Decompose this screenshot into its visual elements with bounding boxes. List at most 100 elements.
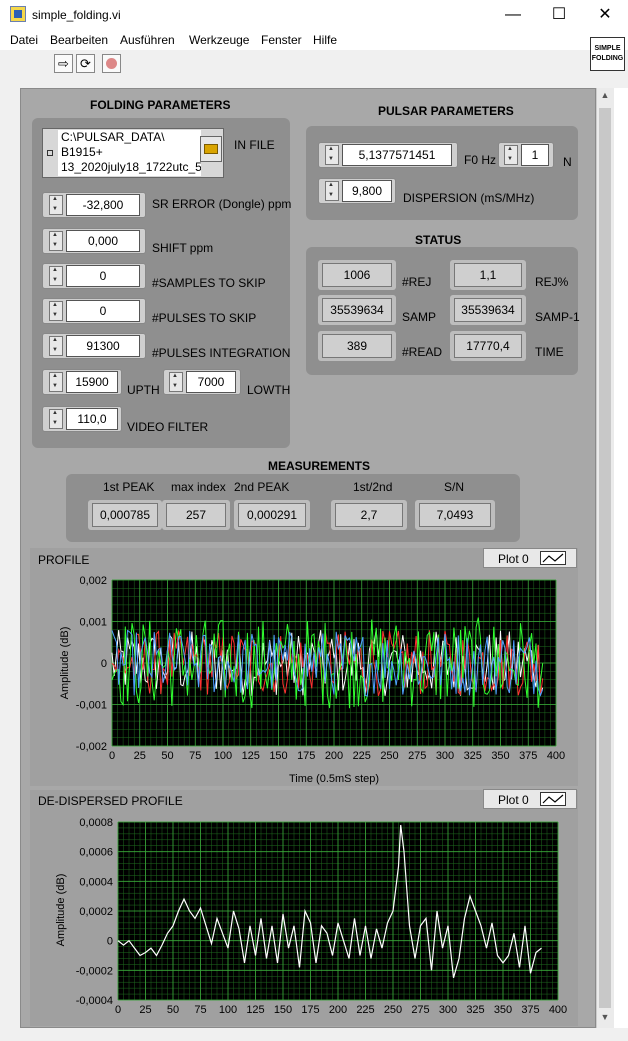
x-tick-label: 275: [408, 750, 426, 762]
rej-label: #REJ: [402, 275, 432, 289]
pulses-integration-spinner-icon[interactable]: [49, 336, 63, 356]
f0-label: F0 Hz: [464, 153, 497, 167]
second-peak-indicator: 0,000291: [238, 503, 306, 527]
video-filter-label: VIDEO FILTER: [127, 420, 209, 434]
x-tick-label: 350: [494, 1004, 512, 1016]
profile-legend[interactable]: Plot 0: [483, 548, 577, 568]
second-peak-label: 2nd PEAK: [234, 480, 290, 494]
sr-error-spinner-icon[interactable]: [49, 195, 63, 215]
window-title: simple_folding.vi: [32, 8, 121, 22]
pulses-skip-label: #PULSES TO SKIP: [152, 311, 257, 325]
menu-bearbeiten[interactable]: Bearbeiten: [50, 33, 108, 47]
profile-legend-label: Plot 0: [498, 552, 529, 566]
samples-skip-spinner-icon[interactable]: [49, 266, 63, 286]
dedispersed-title: DE-DISPERSED PROFILE: [38, 794, 183, 808]
profile-x-axis-label: Time (0.5mS step): [289, 773, 379, 785]
continuous-run-icon: ⟳: [80, 56, 91, 71]
lowth-spinner-icon[interactable]: [169, 372, 183, 392]
max-index-indicator: 257: [166, 503, 226, 527]
y-tick-label: 0,002: [79, 575, 107, 587]
x-tick-label: 400: [549, 1004, 567, 1016]
x-tick-label: 25: [139, 1004, 151, 1016]
title-bar: simple_folding.vi — ☐ ✕: [0, 0, 628, 30]
scrollbar-thumb[interactable]: [599, 108, 611, 1008]
pulses-skip-input[interactable]: 0: [66, 300, 140, 322]
menu-hilfe[interactable]: Hilfe: [313, 33, 337, 47]
close-button[interactable]: ✕: [582, 0, 628, 30]
legend-line-icon: [540, 551, 566, 565]
y-tick-label: -0,002: [76, 741, 107, 753]
y-tick-label: -0,001: [76, 700, 107, 712]
n-input[interactable]: 1: [521, 144, 549, 166]
f0-spinner-icon[interactable]: [325, 145, 339, 165]
x-tick-label: 200: [329, 1004, 347, 1016]
n-spinner-icon[interactable]: [504, 145, 518, 165]
run-arrow-icon: ⇨: [58, 56, 69, 71]
samples-skip-input[interactable]: 0: [66, 265, 140, 287]
x-tick-label: 175: [297, 750, 315, 762]
profile-title: PROFILE: [38, 553, 90, 567]
profile-y-axis-label: Amplitude (dB): [59, 627, 71, 700]
dispersion-input[interactable]: 9,800: [342, 180, 392, 202]
x-tick-label: 50: [161, 750, 173, 762]
vi-icon: SIMPLE FOLDING: [590, 37, 625, 71]
samples-skip-label: #SAMPLES TO SKIP: [152, 276, 266, 290]
scroll-down-icon[interactable]: ▼: [598, 1012, 612, 1026]
video-filter-input[interactable]: 110,0: [66, 408, 118, 430]
vi-icon-text-line1: SIMPLE: [594, 45, 621, 52]
pulses-integration-label: #PULSES INTEGRATION: [152, 346, 291, 360]
maximize-button[interactable]: ☐: [536, 0, 582, 30]
dedispersed-x-ticks: 0 25 50 75 100 125 150 175 200 225 250 275 300 325 350…: [115, 1004, 567, 1016]
run-button[interactable]: ⇨: [54, 54, 73, 73]
profile-plot-svg: Amplitude (dB) 0,002 0,001 0 -0,001 -0,002 0…: [59, 575, 565, 785]
right-edge: [614, 88, 628, 1028]
samp1-indicator: 35539634: [454, 298, 522, 322]
shift-input[interactable]: 0,000: [66, 230, 140, 252]
menu-ausfuehren[interactable]: Ausführen: [120, 33, 175, 47]
profile-y-ticks: 0,002 0,001 0 -0,001 -0,002: [76, 575, 107, 753]
y-tick-label: -0,0004: [76, 995, 113, 1007]
f0-input[interactable]: 5,1377571451: [342, 144, 452, 166]
in-file-path-text[interactable]: C:\PULSAR_DATA\ B1915+ 13_2020july18_172…: [58, 130, 201, 176]
minimize-button[interactable]: —: [490, 0, 536, 30]
x-tick-label: 375: [521, 1004, 539, 1016]
x-tick-label: 300: [439, 1004, 457, 1016]
scroll-up-icon[interactable]: ▲: [598, 90, 612, 104]
x-tick-label: 75: [189, 750, 201, 762]
y-tick-label: 0,0004: [79, 876, 113, 888]
video-filter-spinner-icon[interactable]: [49, 409, 63, 429]
abort-button[interactable]: [102, 54, 121, 73]
lowth-input[interactable]: 7000: [186, 371, 236, 393]
upth-spinner-icon[interactable]: [49, 372, 63, 392]
x-tick-label: 125: [246, 1004, 264, 1016]
menu-werkzeuge[interactable]: Werkzeuge: [189, 33, 249, 47]
first-peak-label: 1st PEAK: [103, 480, 155, 494]
read-indicator: 389: [322, 334, 392, 358]
in-file-line3: 13_2020july18_1722utc_5: [61, 160, 201, 174]
x-tick-label: 300: [436, 750, 454, 762]
x-tick-label: 225: [353, 750, 371, 762]
labview-vi-icon: [10, 6, 26, 22]
x-tick-label: 275: [411, 1004, 429, 1016]
svg-text:Amplitude (dB): Amplitude (dB): [55, 874, 67, 947]
x-tick-label: 0: [109, 750, 115, 762]
pulsar-parameters-title: PULSAR PARAMETERS: [378, 104, 514, 118]
x-tick-label: 250: [380, 750, 398, 762]
upth-input[interactable]: 15900: [66, 371, 118, 393]
dedispersed-legend[interactable]: Plot 0: [483, 789, 577, 809]
x-tick-label: 125: [242, 750, 260, 762]
ratio-label: 1st/2nd: [353, 480, 393, 494]
menu-fenster[interactable]: Fenster: [261, 33, 302, 47]
pulses-integration-input[interactable]: 91300: [66, 335, 140, 357]
shift-spinner-icon[interactable]: [49, 231, 63, 251]
pulses-skip-spinner-icon[interactable]: [49, 301, 63, 321]
x-tick-label: 250: [384, 1004, 402, 1016]
run-continuously-button[interactable]: ⟳: [76, 54, 95, 73]
menu-datei[interactable]: Datei: [10, 33, 38, 47]
in-file-line1: C:\PULSAR_DATA\: [61, 130, 165, 144]
dedispersed-plot-svg: Amplitude (dB) 0,00080,00060,00040,00020…: [55, 817, 567, 1016]
browse-button[interactable]: [200, 136, 222, 162]
folding-parameters-title: FOLDING PARAMETERS: [90, 98, 231, 112]
dispersion-spinner-icon[interactable]: [325, 181, 339, 201]
sr-error-input[interactable]: -32,800: [66, 194, 140, 216]
